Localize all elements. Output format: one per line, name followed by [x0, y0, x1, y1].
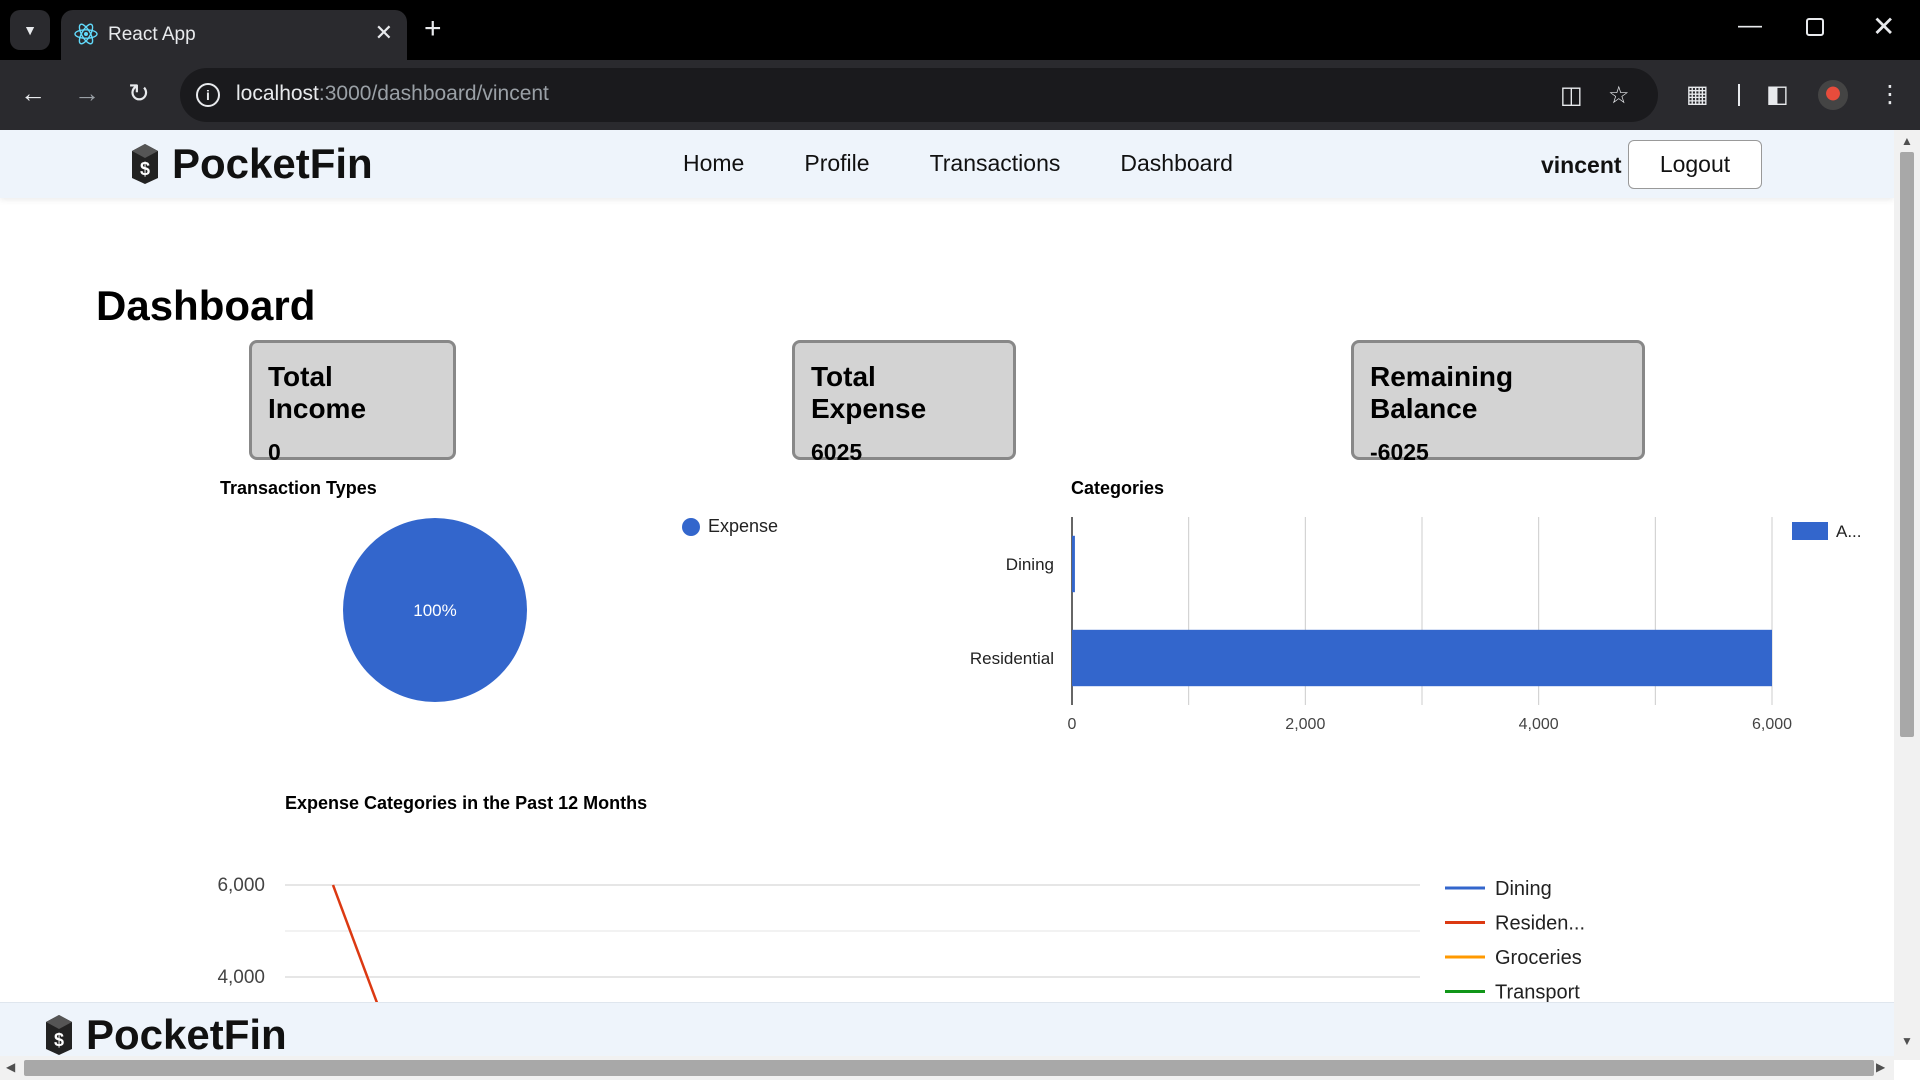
transaction-types-pie-chart: 100% [343, 518, 527, 702]
extensions-icon[interactable]: ▦ [1686, 80, 1709, 109]
address-bar[interactable]: i localhost:3000/dashboard/vincent ◫ ☆ [180, 68, 1658, 122]
pie-slice-label: 100% [413, 601, 456, 620]
bookmark-star-icon[interactable]: ☆ [1608, 81, 1630, 110]
username: vincent [1541, 152, 1622, 178]
browser-tabbar: ▼ React App ✕ + — ✕ [0, 0, 1920, 60]
nav-link-transactions[interactable]: Transactions [930, 150, 1061, 177]
nav-link-home[interactable]: Home [683, 150, 744, 177]
pocketfin-logo-icon: $ [132, 144, 158, 184]
brand[interactable]: $ PocketFin [130, 140, 373, 188]
footer: $ PocketFin [0, 1002, 1894, 1060]
bar [1072, 629, 1772, 687]
category-label: Residential [970, 649, 1054, 668]
card-title: Remaining Balance [1370, 361, 1514, 424]
toolbar-divider [1738, 84, 1740, 106]
restore-icon[interactable] [1806, 18, 1824, 36]
back-icon[interactable]: ← [20, 78, 46, 109]
card-value: -6025 [1370, 439, 1429, 465]
browser-toolbar: ← → ↻ i localhost:3000/dashboard/vincent… [0, 60, 1920, 130]
card-title: Total Expense [811, 361, 927, 424]
remaining-balance-card: Remaining Balance -6025 [1351, 340, 1645, 465]
vertical-scroll-thumb[interactable] [1900, 152, 1914, 737]
x-tick-label: 4,000 [1519, 716, 1559, 733]
minimize-icon[interactable]: — [1738, 12, 1762, 40]
brand-name: PocketFin [172, 140, 373, 187]
profile-avatar[interactable] [1818, 80, 1848, 110]
card-value: 6025 [811, 439, 863, 465]
tab-search-chevron-icon[interactable]: ▼ [10, 10, 50, 50]
logout-button[interactable]: Logout [1628, 140, 1762, 189]
legend-label: Transport [1495, 982, 1580, 1004]
url-path: :3000/dashboard/vincent [318, 82, 549, 105]
new-tab-icon[interactable]: + [424, 12, 442, 46]
line-chart-title: Expense Categories in the Past 12 Months [285, 793, 648, 813]
nav-link-profile[interactable]: Profile [804, 150, 869, 177]
legend-swatch [682, 517, 700, 536]
expense-categories-line-chart: 6,000 4,000 Dining Residen... Groceries Trans… [217, 875, 1585, 1010]
page-title: Dashboard [96, 282, 316, 329]
footer-brand[interactable]: $ PocketFin [44, 1011, 287, 1059]
tab-title: React App [108, 24, 196, 45]
pocketfin-logo-icon: $ [46, 1015, 72, 1055]
card-title: Total Income [268, 361, 367, 424]
scroll-down-arrow-icon[interactable]: ▼ [1901, 1034, 1913, 1048]
site-info-icon[interactable]: i [196, 83, 220, 107]
url-text[interactable]: localhost:3000/dashboard/vincent [236, 82, 549, 106]
install-app-icon[interactable]: ◫ [1560, 81, 1583, 110]
bar-chart-title: Categories [1071, 478, 1165, 498]
scroll-right-arrow-icon[interactable]: ▶ [1876, 1060, 1885, 1074]
categories-bar-chart: Dining Residential 0 2,000 4,000 6,000 A... [970, 517, 1862, 733]
reload-icon[interactable]: ↻ [128, 78, 150, 109]
series-line-residential [331, 884, 382, 1010]
card-value: 0 [268, 439, 281, 465]
footer-brand-name: PocketFin [86, 1011, 287, 1058]
url-host: localhost [236, 82, 319, 105]
y-tick-label: 4,000 [217, 967, 265, 988]
pie-legend-item[interactable]: Expense [682, 516, 778, 537]
app-navbar: $ PocketFin Home Profile Transactions Da… [0, 130, 1894, 198]
legend-label: Residen... [1495, 913, 1585, 935]
svg-text:$: $ [140, 159, 150, 179]
y-tick-label: 6,000 [217, 875, 265, 896]
legend-label: A... [1836, 522, 1862, 541]
x-tick-label: 6,000 [1752, 716, 1792, 733]
browser-menu-icon[interactable]: ⋮ [1878, 80, 1902, 109]
window-close-icon[interactable]: ✕ [1872, 10, 1895, 43]
total-expense-card: Total Expense 6025 [792, 340, 1016, 465]
legend-label: Groceries [1495, 947, 1582, 969]
scroll-up-arrow-icon[interactable]: ▲ [1901, 134, 1913, 148]
page-viewport: $ PocketFin Home Profile Transactions Da… [0, 130, 1894, 1060]
x-tick-label: 0 [1068, 716, 1077, 733]
x-tick-label: 2,000 [1285, 716, 1325, 733]
svg-text:$: $ [54, 1030, 64, 1050]
nav-links: Home Profile Transactions Dashboard [683, 150, 1233, 177]
react-icon [74, 23, 98, 45]
bar [1072, 535, 1075, 593]
pie-chart-title: Transaction Types [220, 478, 377, 498]
horizontal-scroll-thumb[interactable] [24, 1060, 1874, 1076]
forward-icon[interactable]: → [74, 78, 100, 109]
legend-swatch [1792, 522, 1828, 540]
category-label: Dining [1006, 555, 1054, 574]
legend-label: Expense [708, 516, 779, 536]
tab-close-icon[interactable]: ✕ [375, 20, 393, 46]
total-income-card: Total Income 0 [249, 340, 456, 465]
browser-tab[interactable]: React App ✕ [61, 10, 407, 60]
side-panel-icon[interactable]: ◧ [1766, 80, 1789, 109]
scroll-left-arrow-icon[interactable]: ◀ [6, 1060, 15, 1074]
nav-link-dashboard[interactable]: Dashboard [1120, 150, 1233, 177]
legend-label: Dining [1495, 878, 1552, 900]
